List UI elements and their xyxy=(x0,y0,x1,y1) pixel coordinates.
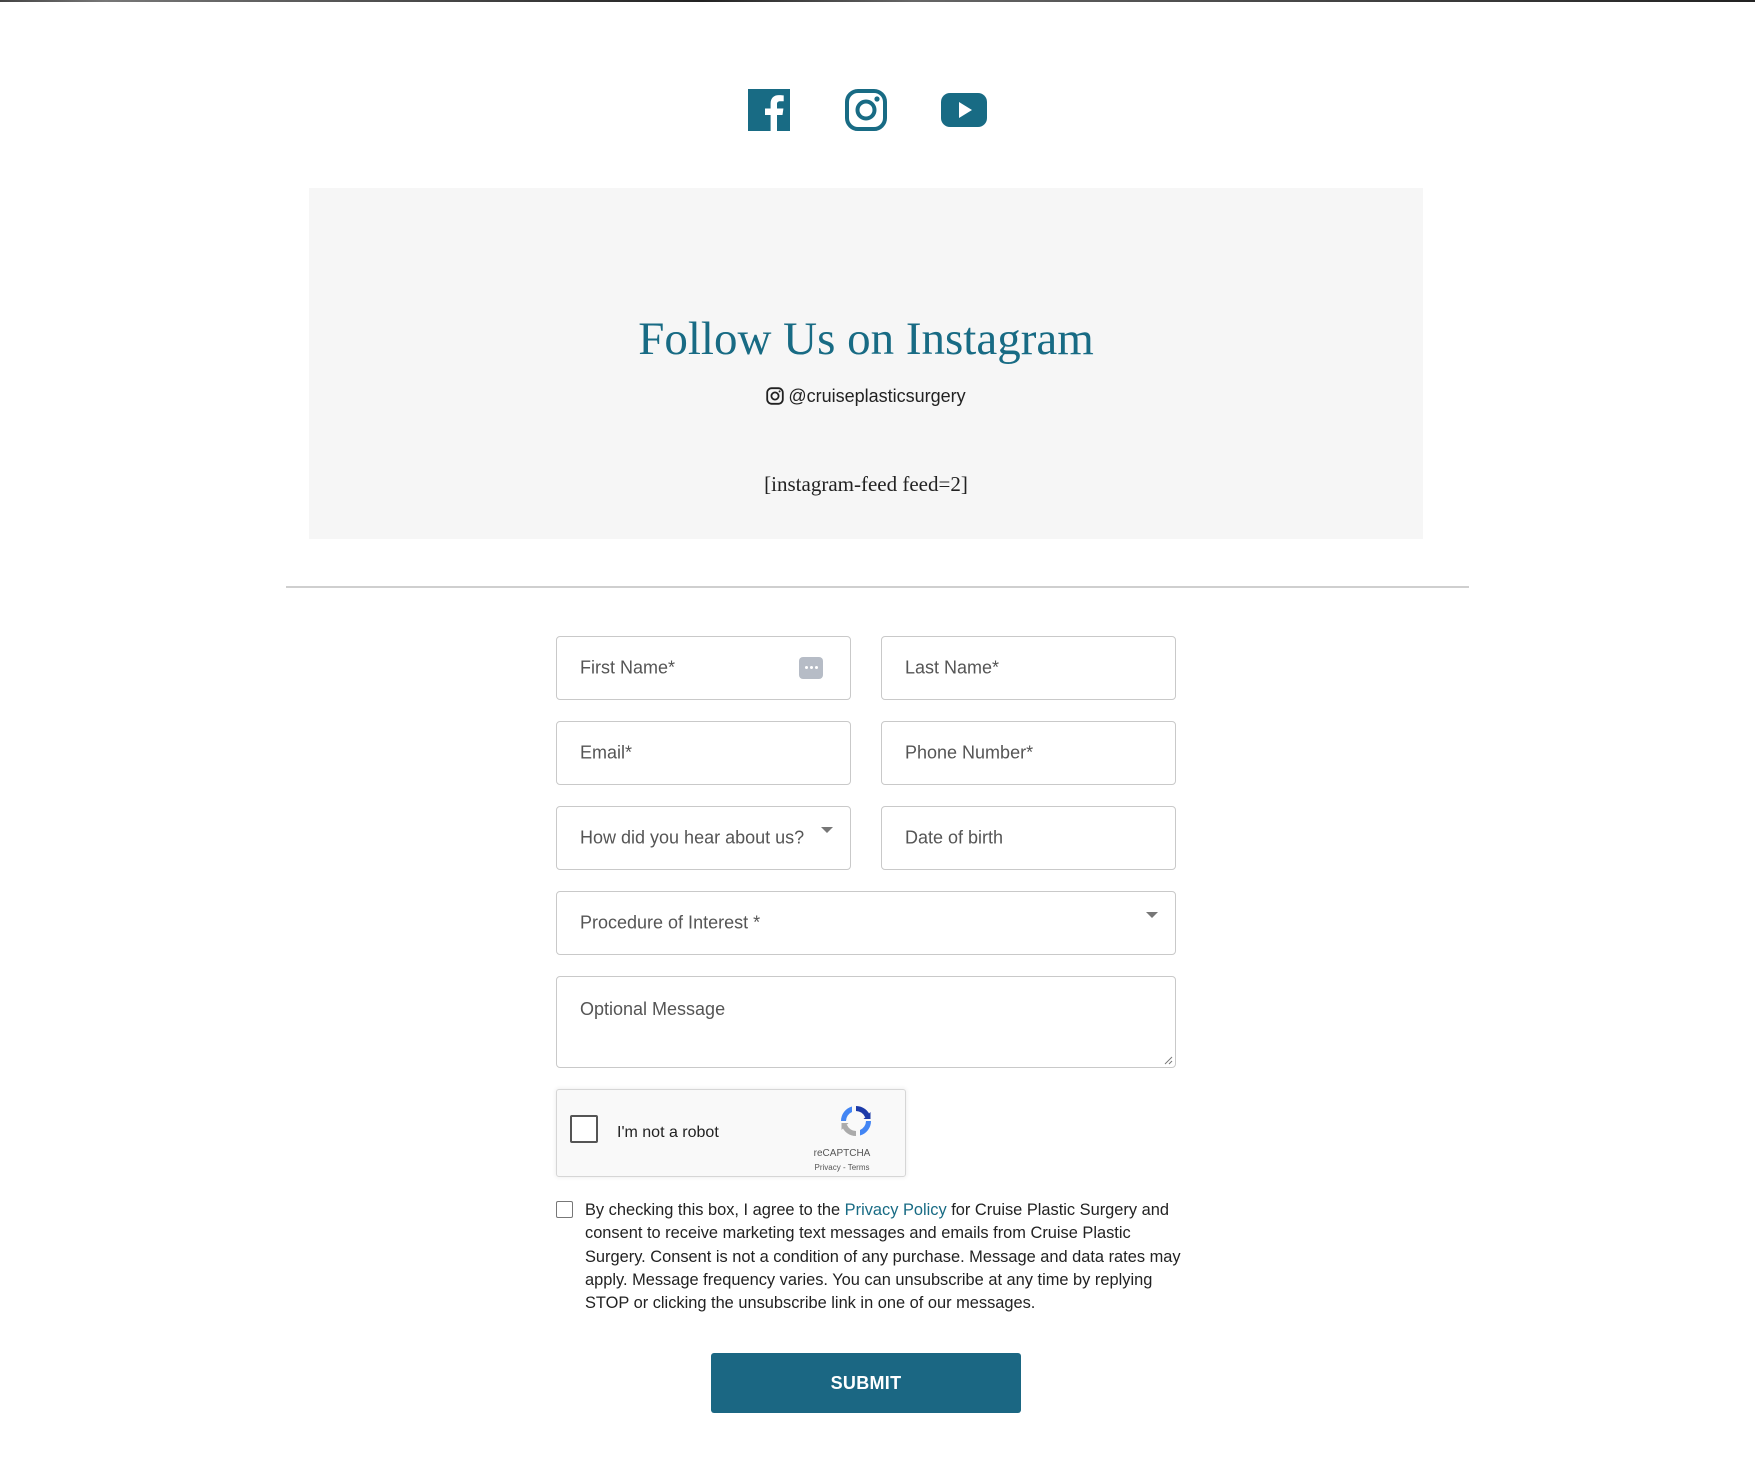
referral-select[interactable]: How did you hear about us? xyxy=(556,806,851,870)
last-name-placeholder: Last Name* xyxy=(905,657,1000,678)
youtube-icon xyxy=(941,93,987,127)
first-name-field[interactable]: First Name* xyxy=(556,636,851,700)
top-rule xyxy=(0,0,1755,2)
submit-button[interactable]: SUBMIT xyxy=(711,1353,1021,1413)
first-name-placeholder: First Name* xyxy=(580,657,676,678)
instagram-icon xyxy=(766,387,785,405)
recaptcha-brand: reCAPTCHA xyxy=(813,1148,871,1159)
procedure-select[interactable]: Procedure of Interest * xyxy=(556,891,1176,955)
instagram-feed-shortcode: [instagram-feed feed=2] xyxy=(764,472,968,496)
youtube-link[interactable] xyxy=(940,88,987,132)
facebook-link[interactable] xyxy=(747,88,791,132)
recaptcha-logo-icon xyxy=(838,1103,874,1139)
social-links xyxy=(0,88,1755,132)
referral-placeholder: How did you hear about us? xyxy=(580,827,805,848)
message-textarea[interactable]: Optional Message xyxy=(556,976,1176,1068)
message-placeholder: Optional Message xyxy=(580,999,726,1019)
email-placeholder: Email* xyxy=(580,742,633,763)
phone-placeholder: Phone Number* xyxy=(905,742,1034,763)
instagram-handle-text: @cruiseplasticsurgery xyxy=(788,386,966,406)
recaptcha-links[interactable]: Privacy - Terms xyxy=(787,1163,897,1172)
instagram-title: Follow Us on Instagram xyxy=(638,313,1094,365)
email-field[interactable]: Email* xyxy=(556,721,851,785)
caret-down-icon xyxy=(821,827,833,833)
section-divider xyxy=(286,586,1469,588)
dob-placeholder: Date of birth xyxy=(905,827,1004,848)
dob-field[interactable]: Date of birth xyxy=(881,806,1176,870)
instagram-link[interactable] xyxy=(844,88,888,132)
phone-field[interactable]: Phone Number* xyxy=(881,721,1176,785)
instagram-handle[interactable]: @cruiseplasticsurgery xyxy=(309,387,1423,405)
last-name-field[interactable]: Last Name* xyxy=(881,636,1176,700)
facebook-icon xyxy=(748,89,790,132)
autofill-dots-icon[interactable] xyxy=(799,657,823,679)
recaptcha-label: I'm not a robot xyxy=(617,1124,719,1141)
instagram-icon xyxy=(845,89,887,131)
privacy-policy-link[interactable]: Privacy Policy xyxy=(845,1201,947,1219)
procedure-placeholder: Procedure of Interest * xyxy=(580,912,761,933)
caret-down-icon xyxy=(1146,912,1158,918)
recaptcha-widget: I'm not a robot reCAPTCHA Privacy - Term… xyxy=(556,1089,906,1177)
consent-text: By checking this box, I agree to the Pri… xyxy=(585,1199,1185,1315)
consent-text-before: By checking this box, I agree to the xyxy=(585,1201,845,1219)
instagram-section: Follow Us on Instagram @cruiseplasticsur… xyxy=(309,188,1423,539)
resize-handle-icon[interactable] xyxy=(1163,1055,1173,1065)
consent-checkbox[interactable] xyxy=(556,1201,573,1218)
recaptcha-checkbox[interactable] xyxy=(570,1115,598,1143)
